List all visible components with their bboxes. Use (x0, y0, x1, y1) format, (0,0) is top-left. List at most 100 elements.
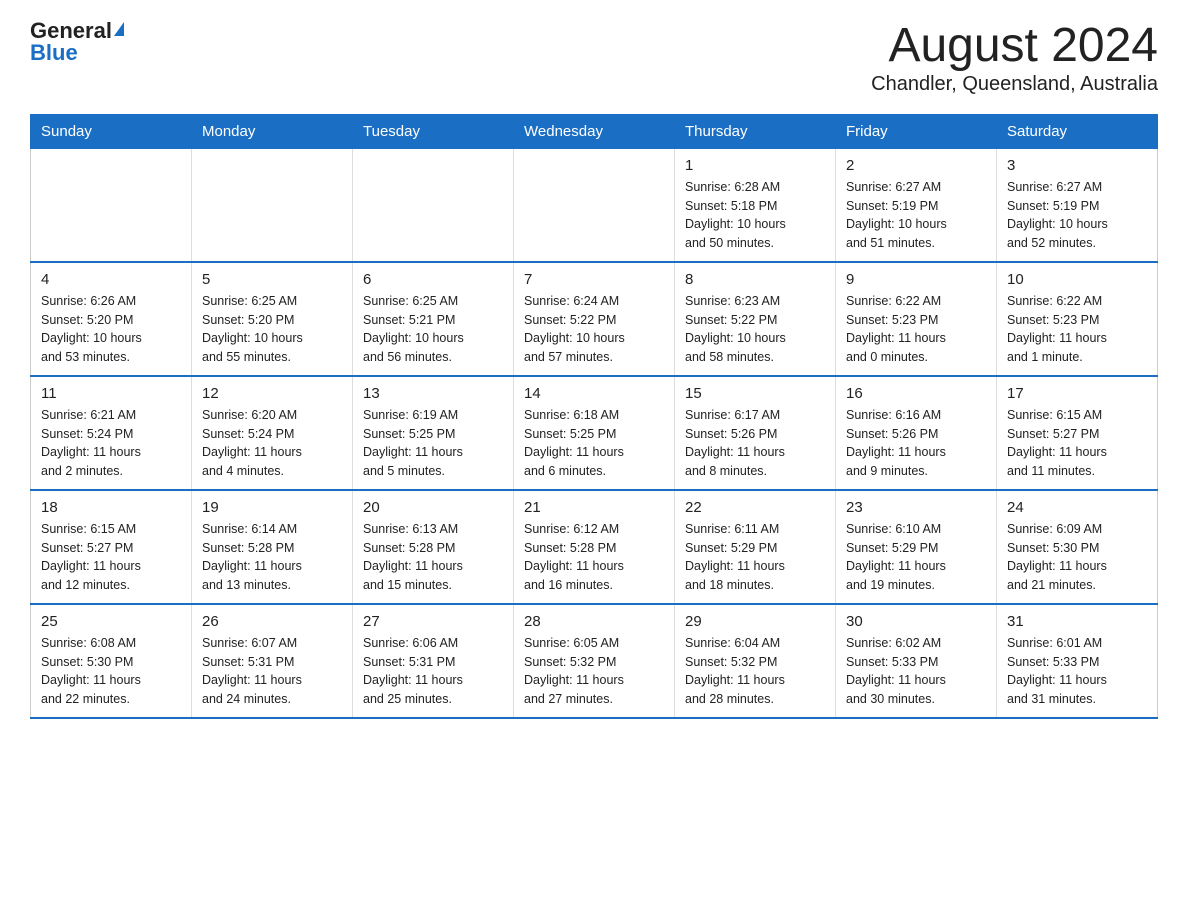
calendar-cell: 26 Sunrise: 6:07 AMSunset: 5:31 PMDayligh… (192, 604, 353, 718)
calendar-cell: 2 Sunrise: 6:27 AMSunset: 5:19 PMDaylight… (836, 148, 997, 262)
day-number: 28 (524, 613, 664, 630)
day-number: 20 (363, 499, 503, 516)
calendar-cell (31, 148, 192, 262)
page-header: General Blue August 2024 Chandler, Queen… (30, 20, 1158, 96)
day-number: 18 (41, 499, 181, 516)
day-number: 4 (41, 271, 181, 288)
day-number: 27 (363, 613, 503, 630)
day-info: Sunrise: 6:15 AMSunset: 5:27 PMDaylight:… (41, 520, 181, 595)
calendar-cell: 4 Sunrise: 6:26 AMSunset: 5:20 PMDaylight… (31, 262, 192, 376)
logo: General Blue (30, 20, 124, 64)
day-number: 2 (846, 157, 986, 174)
weekday-header-thursday: Thursday (675, 114, 836, 148)
calendar-cell: 14 Sunrise: 6:18 AMSunset: 5:25 PMDayligh… (514, 376, 675, 490)
calendar-cell: 20 Sunrise: 6:13 AMSunset: 5:28 PMDayligh… (353, 490, 514, 604)
day-info: Sunrise: 6:18 AMSunset: 5:25 PMDaylight:… (524, 406, 664, 481)
week-row-1: 4 Sunrise: 6:26 AMSunset: 5:20 PMDaylight… (31, 262, 1158, 376)
day-number: 10 (1007, 271, 1147, 288)
day-info: Sunrise: 6:08 AMSunset: 5:30 PMDaylight:… (41, 634, 181, 709)
day-info: Sunrise: 6:26 AMSunset: 5:20 PMDaylight:… (41, 292, 181, 367)
day-number: 24 (1007, 499, 1147, 516)
day-number: 15 (685, 385, 825, 402)
day-number: 5 (202, 271, 342, 288)
day-info: Sunrise: 6:24 AMSunset: 5:22 PMDaylight:… (524, 292, 664, 367)
calendar-cell: 3Sunrise: 6:27 AMSunset: 5:19 PMDaylight… (997, 148, 1158, 262)
week-row-2: 11 Sunrise: 6:21 AMSunset: 5:24 PMDayligh… (31, 376, 1158, 490)
week-row-0: 1Sunrise: 6:28 AMSunset: 5:18 PMDaylight… (31, 148, 1158, 262)
calendar-cell: 28 Sunrise: 6:05 AMSunset: 5:32 PMDayligh… (514, 604, 675, 718)
calendar-table: SundayMondayTuesdayWednesdayThursdayFrid… (30, 114, 1158, 719)
logo-blue-text: Blue (30, 42, 78, 64)
calendar-cell: 13 Sunrise: 6:19 AMSunset: 5:25 PMDayligh… (353, 376, 514, 490)
day-info: Sunrise: 6:13 AMSunset: 5:28 PMDaylight:… (363, 520, 503, 595)
calendar-cell: 30 Sunrise: 6:02 AMSunset: 5:33 PMDayligh… (836, 604, 997, 718)
header-right: August 2024 Chandler, Queensland, Austra… (871, 20, 1158, 96)
month-title: August 2024 (871, 20, 1158, 73)
day-info: Sunrise: 6:09 AMSunset: 5:30 PMDaylight:… (1007, 520, 1147, 595)
calendar-cell: 23Sunrise: 6:10 AMSunset: 5:29 PMDayligh… (836, 490, 997, 604)
day-info: Sunrise: 6:17 AMSunset: 5:26 PMDaylight:… (685, 406, 825, 481)
day-number: 29 (685, 613, 825, 630)
day-info: Sunrise: 6:27 AMSunset: 5:19 PMDaylight:… (846, 178, 986, 253)
day-number: 7 (524, 271, 664, 288)
day-number: 16 (846, 385, 986, 402)
calendar-cell (514, 148, 675, 262)
day-number: 14 (524, 385, 664, 402)
calendar-cell: 17Sunrise: 6:15 AMSunset: 5:27 PMDayligh… (997, 376, 1158, 490)
day-info: Sunrise: 6:11 AMSunset: 5:29 PMDaylight:… (685, 520, 825, 595)
calendar-cell (353, 148, 514, 262)
weekday-header-sunday: Sunday (31, 114, 192, 148)
day-info: Sunrise: 6:05 AMSunset: 5:32 PMDaylight:… (524, 634, 664, 709)
day-number: 11 (41, 385, 181, 402)
calendar-cell: 11 Sunrise: 6:21 AMSunset: 5:24 PMDayligh… (31, 376, 192, 490)
calendar-cell: 22 Sunrise: 6:11 AMSunset: 5:29 PMDayligh… (675, 490, 836, 604)
day-info: Sunrise: 6:22 AMSunset: 5:23 PMDaylight:… (846, 292, 986, 367)
calendar-cell: 7 Sunrise: 6:24 AMSunset: 5:22 PMDaylight… (514, 262, 675, 376)
calendar-cell: 19Sunrise: 6:14 AMSunset: 5:28 PMDayligh… (192, 490, 353, 604)
weekday-header-monday: Monday (192, 114, 353, 148)
calendar-cell: 16 Sunrise: 6:16 AMSunset: 5:26 PMDayligh… (836, 376, 997, 490)
day-info: Sunrise: 6:06 AMSunset: 5:31 PMDaylight:… (363, 634, 503, 709)
day-number: 31 (1007, 613, 1147, 630)
day-number: 26 (202, 613, 342, 630)
day-info: Sunrise: 6:07 AMSunset: 5:31 PMDaylight:… (202, 634, 342, 709)
day-number: 6 (363, 271, 503, 288)
day-number: 23 (846, 499, 986, 516)
calendar-cell: 29 Sunrise: 6:04 AMSunset: 5:32 PMDayligh… (675, 604, 836, 718)
logo-triangle-icon (114, 22, 124, 36)
day-number: 8 (685, 271, 825, 288)
day-number: 17 (1007, 385, 1147, 402)
week-row-4: 25Sunrise: 6:08 AMSunset: 5:30 PMDayligh… (31, 604, 1158, 718)
calendar-cell: 21 Sunrise: 6:12 AMSunset: 5:28 PMDayligh… (514, 490, 675, 604)
calendar-header: SundayMondayTuesdayWednesdayThursdayFrid… (31, 114, 1158, 148)
day-number: 1 (685, 157, 825, 174)
day-number: 30 (846, 613, 986, 630)
day-info: Sunrise: 6:14 AMSunset: 5:28 PMDaylight:… (202, 520, 342, 595)
day-info: Sunrise: 6:16 AMSunset: 5:26 PMDaylight:… (846, 406, 986, 481)
day-info: Sunrise: 6:01 AMSunset: 5:33 PMDaylight:… (1007, 634, 1147, 709)
calendar-cell: 12Sunrise: 6:20 AMSunset: 5:24 PMDayligh… (192, 376, 353, 490)
calendar-cell: 8 Sunrise: 6:23 AMSunset: 5:22 PMDaylight… (675, 262, 836, 376)
calendar-cell: 6 Sunrise: 6:25 AMSunset: 5:21 PMDaylight… (353, 262, 514, 376)
day-info: Sunrise: 6:04 AMSunset: 5:32 PMDaylight:… (685, 634, 825, 709)
day-number: 12 (202, 385, 342, 402)
day-info: Sunrise: 6:19 AMSunset: 5:25 PMDaylight:… (363, 406, 503, 481)
calendar-body: 1Sunrise: 6:28 AMSunset: 5:18 PMDaylight… (31, 148, 1158, 718)
day-info: Sunrise: 6:22 AMSunset: 5:23 PMDaylight:… (1007, 292, 1147, 367)
day-info: Sunrise: 6:02 AMSunset: 5:33 PMDaylight:… (846, 634, 986, 709)
day-info: Sunrise: 6:23 AMSunset: 5:22 PMDaylight:… (685, 292, 825, 367)
weekday-header-friday: Friday (836, 114, 997, 148)
day-number: 13 (363, 385, 503, 402)
logo-general-text: General (30, 20, 112, 42)
calendar-cell: 18 Sunrise: 6:15 AMSunset: 5:27 PMDayligh… (31, 490, 192, 604)
day-info: Sunrise: 6:12 AMSunset: 5:28 PMDaylight:… (524, 520, 664, 595)
calendar-cell: 15 Sunrise: 6:17 AMSunset: 5:26 PMDayligh… (675, 376, 836, 490)
calendar-cell: 10 Sunrise: 6:22 AMSunset: 5:23 PMDayligh… (997, 262, 1158, 376)
calendar-cell: 31 Sunrise: 6:01 AMSunset: 5:33 PMDayligh… (997, 604, 1158, 718)
day-number: 22 (685, 499, 825, 516)
day-info: Sunrise: 6:25 AMSunset: 5:21 PMDaylight:… (363, 292, 503, 367)
day-info: Sunrise: 6:21 AMSunset: 5:24 PMDaylight:… (41, 406, 181, 481)
calendar-cell (192, 148, 353, 262)
day-number: 21 (524, 499, 664, 516)
location-title: Chandler, Queensland, Australia (871, 73, 1158, 96)
